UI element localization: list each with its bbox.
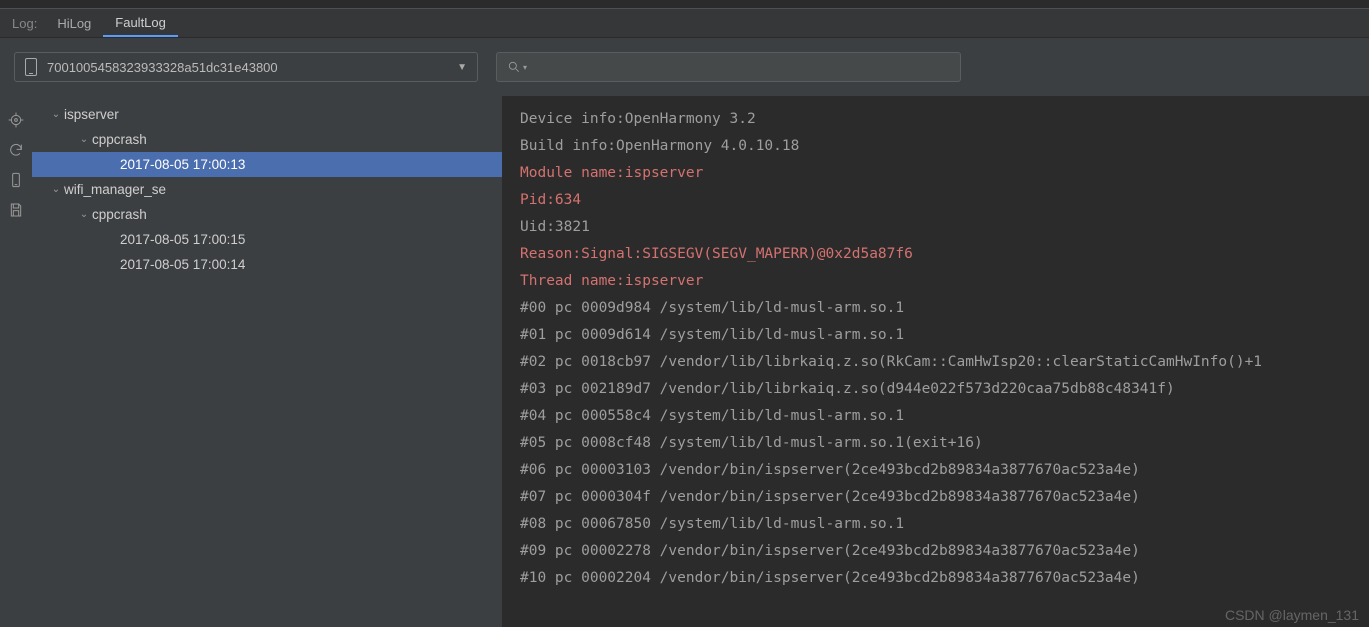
log-line: #10 pc 00002204 /vendor/bin/ispserver(2c… bbox=[520, 565, 1369, 592]
chevron-down-icon: ▼ bbox=[457, 62, 467, 73]
search-input[interactable]: ▾ bbox=[496, 52, 961, 82]
log-line: Pid:634 bbox=[520, 187, 1369, 214]
tree-item-label: 2017-08-05 17:00:15 bbox=[120, 232, 245, 247]
chevron-down-icon: ⌄ bbox=[76, 134, 92, 145]
search-icon bbox=[507, 60, 521, 74]
log-line: #09 pc 00002278 /vendor/bin/ispserver(2c… bbox=[520, 538, 1369, 565]
tab-strip-label: Log: bbox=[12, 16, 37, 31]
save-icon[interactable] bbox=[8, 202, 24, 218]
tree-item-label: wifi_manager_se bbox=[64, 182, 166, 197]
left-tool-strip bbox=[0, 96, 32, 627]
log-line: #01 pc 0009d614 /system/lib/ld-musl-arm.… bbox=[520, 322, 1369, 349]
log-output: Device info:OpenHarmony 3.2Build info:Op… bbox=[502, 96, 1369, 627]
log-line: Build info:OpenHarmony 4.0.10.18 bbox=[520, 133, 1369, 160]
chevron-down-icon: ⌄ bbox=[48, 184, 64, 195]
log-line: #07 pc 0000304f /vendor/bin/ispserver(2c… bbox=[520, 484, 1369, 511]
search-options-chevron-icon: ▾ bbox=[523, 63, 527, 72]
tree-row[interactable]: ⌄cppcrash bbox=[32, 127, 502, 152]
phone-icon[interactable] bbox=[8, 172, 24, 188]
tree-row[interactable]: ⌄wifi_manager_se bbox=[32, 177, 502, 202]
log-line: Thread name:ispserver bbox=[520, 268, 1369, 295]
toolbar: 7001005458323933328a51dc31e43800 ▼ ▾ bbox=[0, 38, 1369, 96]
device-icon bbox=[25, 58, 37, 76]
log-line: #05 pc 0008cf48 /system/lib/ld-musl-arm.… bbox=[520, 430, 1369, 457]
tree-item-label: cppcrash bbox=[92, 207, 147, 222]
device-selector[interactable]: 7001005458323933328a51dc31e43800 ▼ bbox=[14, 52, 478, 82]
tree-row[interactable]: ⌄cppcrash bbox=[32, 202, 502, 227]
log-line: Reason:Signal:SIGSEGV(SEGV_MAPERR)@0x2d5… bbox=[520, 241, 1369, 268]
log-line: #08 pc 00067850 /system/lib/ld-musl-arm.… bbox=[520, 511, 1369, 538]
tree-row[interactable]: 2017-08-05 17:00:13 bbox=[32, 152, 502, 177]
fault-tree: ⌄ispserver⌄cppcrash2017-08-05 17:00:13⌄w… bbox=[32, 96, 502, 627]
tree-item-label: 2017-08-05 17:00:13 bbox=[120, 157, 245, 172]
chevron-down-icon: ⌄ bbox=[76, 209, 92, 220]
log-line: #03 pc 002189d7 /vendor/lib/librkaiq.z.s… bbox=[520, 376, 1369, 403]
log-line: Uid:3821 bbox=[520, 214, 1369, 241]
target-icon[interactable] bbox=[8, 112, 24, 128]
log-line: Module name:ispserver bbox=[520, 160, 1369, 187]
log-line: #04 pc 000558c4 /system/lib/ld-musl-arm.… bbox=[520, 403, 1369, 430]
tree-row[interactable]: ⌄ispserver bbox=[32, 102, 502, 127]
tree-item-label: cppcrash bbox=[92, 132, 147, 147]
device-id-text: 7001005458323933328a51dc31e43800 bbox=[47, 60, 278, 75]
main-area: ⌄ispserver⌄cppcrash2017-08-05 17:00:13⌄w… bbox=[0, 96, 1369, 627]
log-line: Device info:OpenHarmony 3.2 bbox=[520, 106, 1369, 133]
watermark: CSDN @laymen_131 bbox=[1225, 607, 1359, 623]
tree-row[interactable]: 2017-08-05 17:00:15 bbox=[32, 227, 502, 252]
refresh-icon[interactable] bbox=[8, 142, 24, 158]
window-top-border bbox=[0, 0, 1369, 8]
tab-faultlog[interactable]: FaultLog bbox=[103, 9, 178, 37]
log-line: #02 pc 0018cb97 /vendor/lib/librkaiq.z.s… bbox=[520, 349, 1369, 376]
chevron-down-icon: ⌄ bbox=[48, 109, 64, 120]
log-line: #00 pc 0009d984 /system/lib/ld-musl-arm.… bbox=[520, 295, 1369, 322]
log-line: #06 pc 00003103 /vendor/bin/ispserver(2c… bbox=[520, 457, 1369, 484]
tree-item-label: ispserver bbox=[64, 107, 119, 122]
tab-hilog[interactable]: HiLog bbox=[45, 10, 103, 36]
tree-row[interactable]: 2017-08-05 17:00:14 bbox=[32, 252, 502, 277]
tree-item-label: 2017-08-05 17:00:14 bbox=[120, 257, 245, 272]
log-tab-strip: Log: HiLog FaultLog bbox=[0, 8, 1369, 38]
